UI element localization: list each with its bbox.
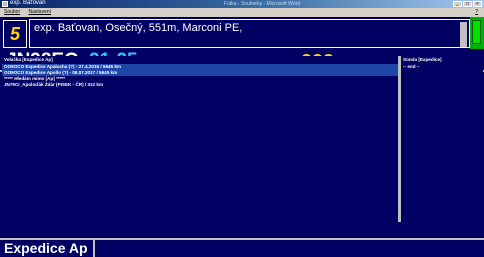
- expedition-header: exp. Baťovan, Osečný, 551m, Marconi PE,: [29, 19, 470, 48]
- bottom-separator: [93, 240, 95, 257]
- close-button[interactable]: ×: [473, 1, 482, 7]
- title-bar: exp. Baťovan Fotka - Souborky - Microsof…: [0, 0, 484, 8]
- expedition-list-pane[interactable]: Volačka [Expedice Ap] OO9OCO Expedice Ap…: [2, 56, 400, 222]
- title-center-text: Fotka - Souborky - Microsoft Word: [224, 1, 301, 7]
- maximize-button[interactable]: □: [463, 1, 472, 7]
- header-scrollbar[interactable]: [460, 22, 467, 47]
- window-controls: _ □ ×: [453, 1, 482, 7]
- menu-item-soubor[interactable]: Soubor: [4, 9, 20, 15]
- channel-number: 5: [3, 20, 27, 48]
- side-pane[interactable]: Sonda [Expedice] -- end --: [400, 56, 483, 222]
- minimize-button[interactable]: _: [453, 1, 462, 7]
- expedition-label: Expedice Ap: [4, 240, 88, 256]
- status-indicator-light: [472, 20, 481, 44]
- side-pane-item: -- end --: [403, 64, 420, 69]
- bottom-bar: Expedice Ap: [0, 238, 484, 257]
- list-title: Volačka [Expedice Ap]: [4, 57, 53, 62]
- menu-bar: Soubor Nastavení ?: [0, 8, 484, 17]
- menu-item-nastaveni[interactable]: Nastavení: [29, 9, 52, 15]
- help-menu[interactable]: ?: [475, 8, 478, 17]
- side-pane-title: Sonda [Expedice]: [403, 57, 442, 62]
- expedition-text: exp. Baťovan, Osečný, 551m, Marconi PE,: [34, 22, 243, 34]
- status-indicator: [470, 17, 484, 49]
- window-title: exp. Baťovan: [10, 0, 46, 6]
- list-item[interactable]: JN79CI_Apoloďák Ždár (PISEK - ČR) / 312 …: [2, 82, 398, 88]
- app-icon: [2, 1, 8, 7]
- expedition-list: OO9OCO Expedice Apalucha (?) - 27.4.2015…: [2, 64, 398, 88]
